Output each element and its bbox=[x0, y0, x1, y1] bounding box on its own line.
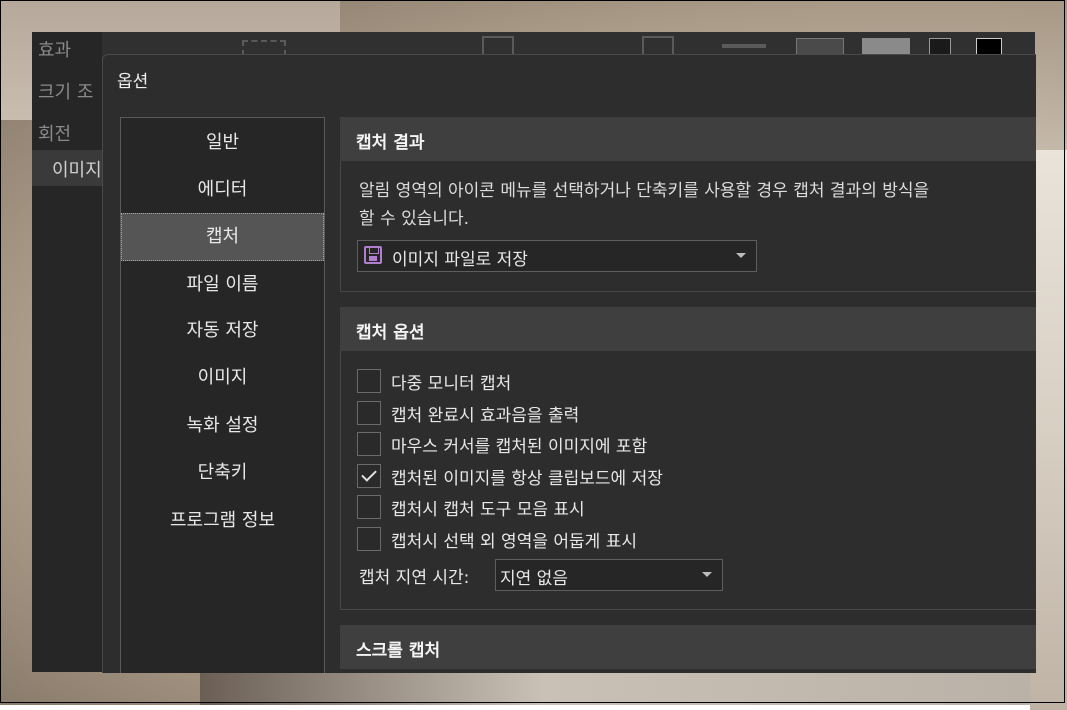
screenshot-border bbox=[0, 0, 1065, 703]
